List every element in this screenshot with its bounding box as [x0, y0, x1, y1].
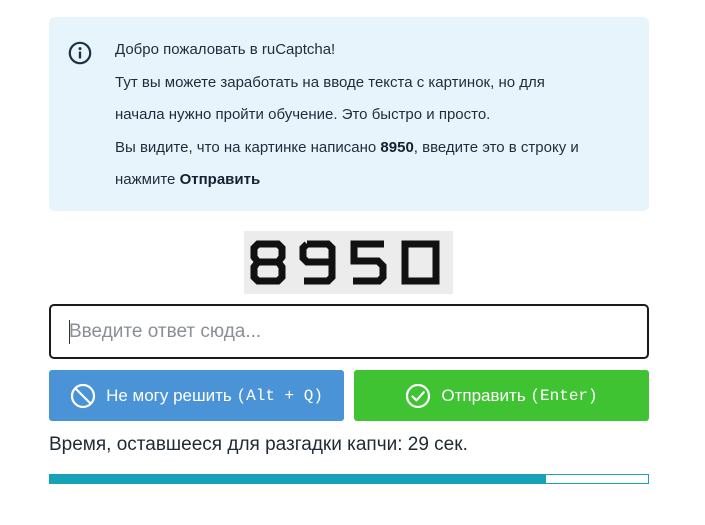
skip-button-label: Не могу решить — [106, 385, 232, 405]
submit-button-shortcut: (Enter) — [530, 386, 598, 405]
info-line-press: нажмите Отправить — [115, 164, 635, 197]
info-line-instruction: Вы видите, что на картинке написано 8950… — [115, 132, 635, 165]
info-line-welcome: Добро пожаловать в ruCaptcha! — [115, 41, 336, 58]
submit-button[interactable]: Отправить (Enter) — [354, 370, 649, 421]
submit-hint: Отправить — [179, 171, 261, 188]
captcha-image — [244, 231, 453, 294]
info-line-training: начала нужно пройти обучение. Это быстро… — [115, 106, 491, 123]
captcha-code-hint: 8950 — [380, 138, 414, 156]
text-caret — [69, 320, 70, 344]
info-icon — [68, 41, 92, 65]
info-message: Добро пожаловать в ruCaptcha! Тут вы мож… — [115, 34, 635, 197]
answer-input[interactable] — [49, 304, 649, 359]
press-text: нажмите — [115, 171, 180, 188]
info-panel: Добро пожаловать в ruCaptcha! Тут вы мож… — [49, 17, 649, 211]
skip-button[interactable]: Не могу решить (Alt + Q) — [49, 370, 344, 421]
check-circle-icon — [406, 383, 431, 408]
instruction-text-end: , введите это в строку и — [413, 138, 579, 156]
submit-button-label: Отправить — [441, 385, 526, 405]
info-line-earn: Тут вы можете заработать на вводе текста… — [115, 73, 545, 91]
instruction-text: Вы видите, что на картинке написано — [115, 138, 381, 156]
timer-text: Время, оставшееся для разгадки капчи: 29… — [49, 434, 468, 455]
timer-progress-fill — [50, 475, 547, 483]
prohibited-icon — [70, 383, 96, 408]
timer-progress-bar — [49, 474, 649, 484]
skip-button-shortcut: (Alt + Q) — [236, 386, 323, 405]
